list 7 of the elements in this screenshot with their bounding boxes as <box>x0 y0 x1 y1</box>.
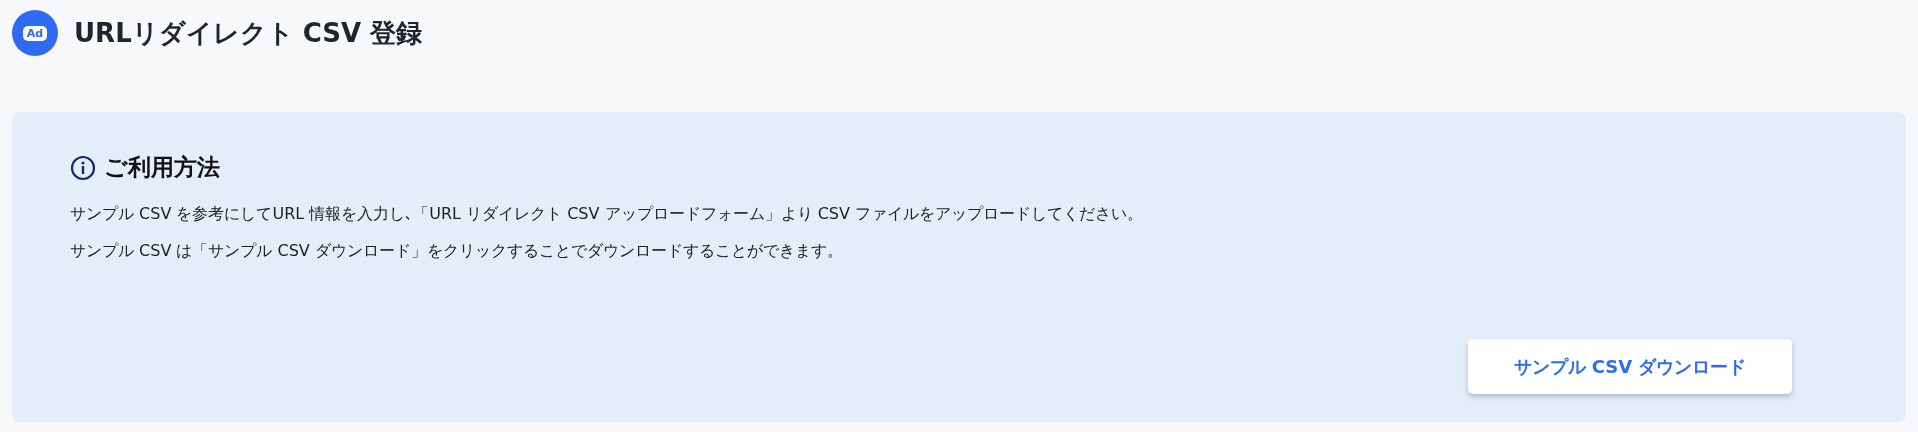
sample-download-button[interactable]: サンプル CSV ダウンロード <box>1468 339 1792 394</box>
usage-text: サンプル CSV は「サンプル CSV ダウンロード」をクリックすることでダウンロードすることができます。 <box>70 240 844 262</box>
usage-heading: ご利用方法 <box>104 153 220 182</box>
page-title: URLリダイレクト CSV 登録 <box>74 16 423 50</box>
info-icon <box>70 154 96 181</box>
logo-text: Ad <box>22 25 48 41</box>
usage-text: サンプル CSV を参考にしてURL 情報を入力し､「URL リダイレクト CSV アップロードフォーム」より CSV ファイルをアップロードしてください。 <box>70 203 1144 225</box>
